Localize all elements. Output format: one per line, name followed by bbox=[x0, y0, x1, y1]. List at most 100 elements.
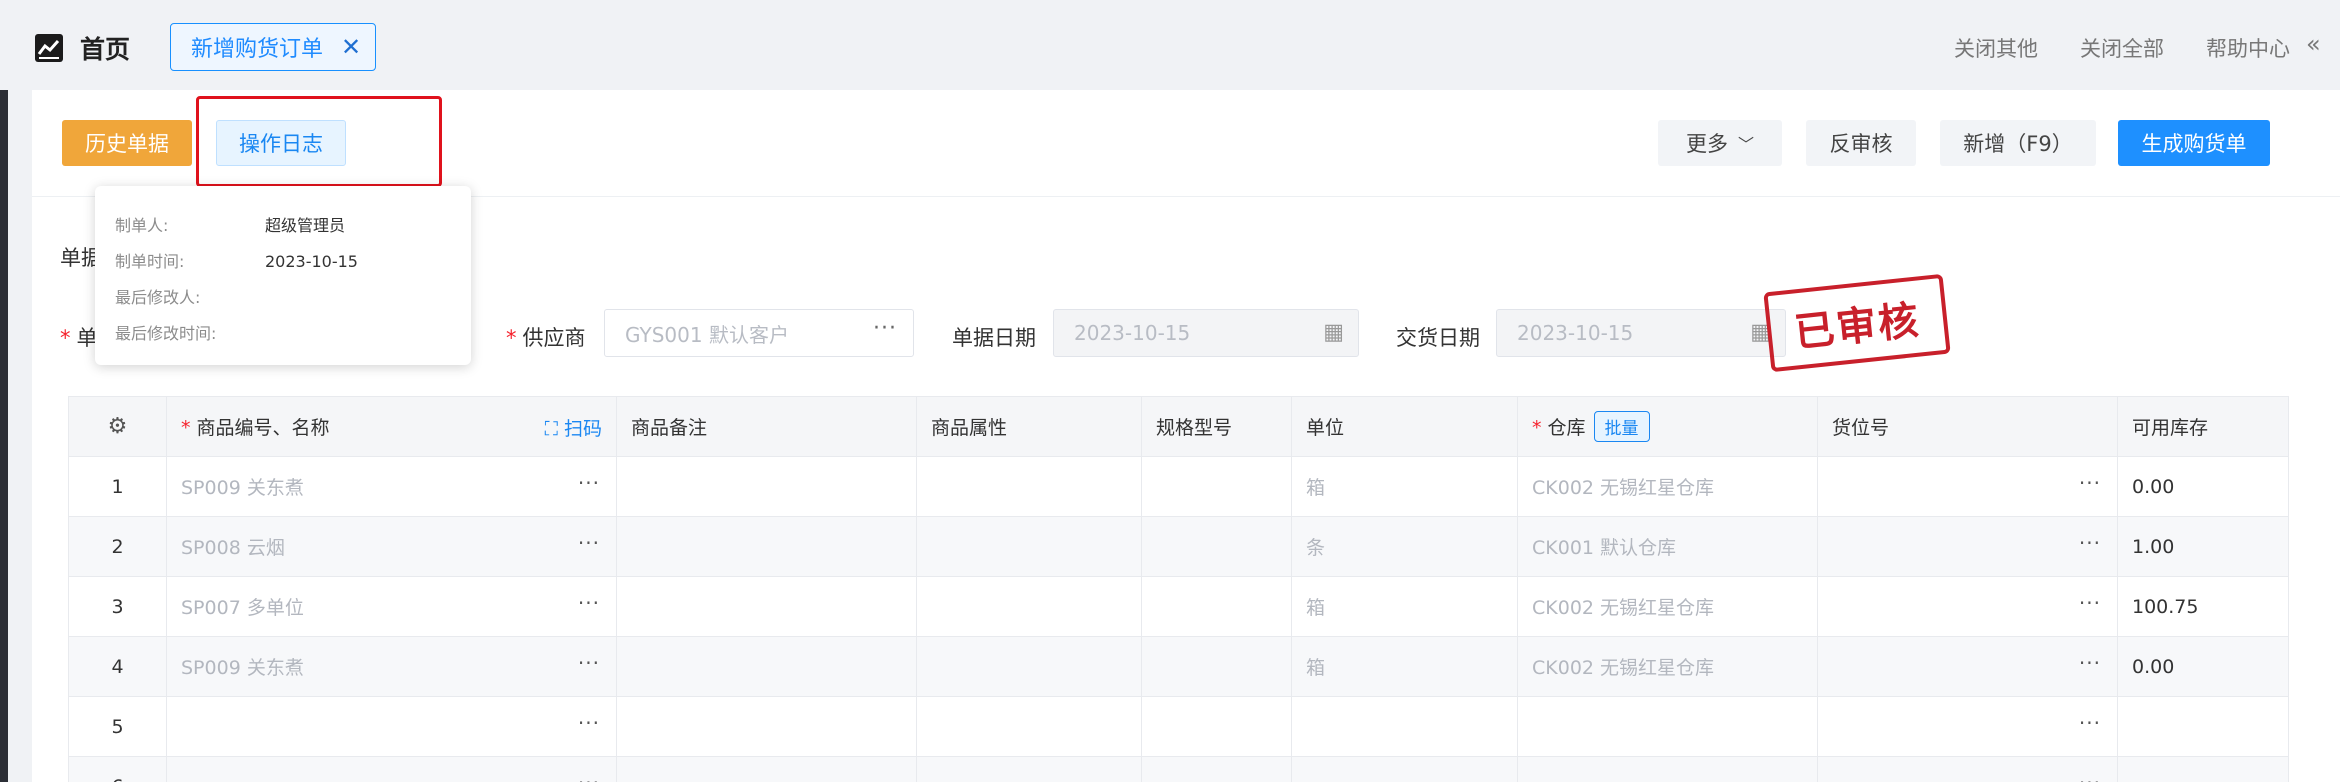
attr-cell[interactable] bbox=[916, 516, 1142, 577]
supplier-field[interactable]: GYS001 默认客户 ··· bbox=[604, 309, 914, 357]
operation-log-popover: 制单人: 超级管理员 制单时间: 2023-10-15 最后修改人: 最后修改时间: bbox=[95, 186, 471, 365]
close-icon[interactable]: ✕ bbox=[341, 33, 361, 61]
location-cell[interactable]: ··· bbox=[1817, 756, 2118, 782]
product-cell[interactable]: SP009 关东煮 ··· bbox=[166, 456, 617, 517]
unit-cell[interactable]: 条 bbox=[1291, 516, 1518, 577]
delivery-date-label: 交货日期 bbox=[1396, 326, 1480, 350]
close-all-link[interactable]: 关闭全部 bbox=[2080, 33, 2164, 63]
table-row[interactable]: 6 ··· ··· bbox=[68, 756, 2289, 782]
chevron-down-icon: ﹀ bbox=[1737, 135, 1754, 154]
more-dots-icon[interactable]: ··· bbox=[578, 591, 600, 615]
table-header-row: ⚙ * 商品编号、名称 ⛶ 扫码 商品备注 商品属性 规格型号 单位 * 仓库 批量 … bbox=[68, 396, 2289, 457]
home-label: 首页 bbox=[80, 35, 131, 64]
home-tab[interactable]: 首页 bbox=[34, 30, 130, 66]
more-dots-icon[interactable]: ··· bbox=[2079, 531, 2101, 555]
stock-cell bbox=[2117, 756, 2289, 782]
warehouse-cell[interactable] bbox=[1517, 696, 1818, 757]
row-index: 6 bbox=[68, 756, 167, 782]
more-dropdown-button[interactable]: 更多 ﹀ bbox=[1658, 120, 1782, 166]
more-dots-icon[interactable]: ··· bbox=[2079, 471, 2101, 495]
unit-cell[interactable] bbox=[1291, 696, 1518, 757]
location-cell[interactable]: ··· bbox=[1817, 696, 2118, 757]
more-dots-icon[interactable]: ··· bbox=[578, 711, 600, 735]
table-row[interactable]: 4 SP009 关东煮 ··· 箱 CK002 无锡红星仓库 ··· 0.00 bbox=[68, 636, 2289, 697]
supplier-label-text: 供应商 bbox=[522, 326, 586, 350]
creator-label: 制单人: bbox=[115, 216, 169, 235]
warehouse-header: * 仓库 批量 bbox=[1517, 396, 1818, 457]
remark-cell[interactable] bbox=[616, 756, 917, 782]
attr-cell[interactable] bbox=[916, 696, 1142, 757]
history-docs-button[interactable]: 历史单据 bbox=[62, 120, 192, 166]
delivery-date-field[interactable]: 2023-10-15 ▦ bbox=[1496, 309, 1786, 357]
product-cell[interactable]: SP007 多单位 ··· bbox=[166, 576, 617, 637]
row-index: 4 bbox=[68, 636, 167, 697]
column-settings-header[interactable]: ⚙ bbox=[68, 396, 167, 457]
warehouse-cell[interactable]: CK001 默认仓库 bbox=[1517, 516, 1818, 577]
remark-header: 商品备注 bbox=[616, 396, 917, 457]
creator-value: 超级管理员 bbox=[265, 216, 346, 235]
table-row[interactable]: 2 SP008 云烟 ··· 条 CK001 默认仓库 ··· 1.00 bbox=[68, 516, 2289, 577]
more-dots-icon[interactable]: ··· bbox=[2079, 651, 2101, 675]
highlight-box bbox=[196, 96, 442, 187]
line-chart-icon bbox=[35, 34, 63, 62]
double-chevron-left-icon[interactable]: « bbox=[2306, 30, 2321, 58]
warehouse-cell[interactable]: CK002 无锡红星仓库 bbox=[1517, 636, 1818, 697]
more-dots-icon[interactable]: ··· bbox=[2079, 591, 2101, 615]
product-header-text: 商品编号、名称 bbox=[196, 417, 330, 439]
unit-cell[interactable] bbox=[1291, 756, 1518, 782]
unit-cell[interactable]: 箱 bbox=[1291, 636, 1518, 697]
more-dots-icon[interactable]: ··· bbox=[2079, 711, 2101, 735]
unit-cell[interactable]: 箱 bbox=[1291, 456, 1518, 517]
warehouse-cell[interactable]: CK002 无锡红星仓库 bbox=[1517, 576, 1818, 637]
warehouse-cell[interactable] bbox=[1517, 756, 1818, 782]
location-cell[interactable]: ··· bbox=[1817, 516, 2118, 577]
more-dots-icon[interactable]: ··· bbox=[578, 471, 600, 495]
modified-time-row: 最后修改时间: bbox=[115, 320, 265, 344]
table-row[interactable]: 5 ··· ··· bbox=[68, 696, 2289, 757]
settings-icon[interactable]: ⚙ bbox=[108, 414, 128, 439]
spec-cell bbox=[1141, 516, 1292, 577]
attr-cell[interactable] bbox=[916, 576, 1142, 637]
row-index: 2 bbox=[68, 516, 167, 577]
batch-button[interactable]: 批量 bbox=[1593, 411, 1650, 442]
scan-button[interactable]: ⛶ 扫码 bbox=[545, 414, 602, 441]
doc-date-field[interactable]: 2023-10-15 ▦ bbox=[1053, 309, 1359, 357]
location-cell[interactable]: ··· bbox=[1817, 576, 2118, 637]
warehouse-cell[interactable]: CK002 无锡红星仓库 bbox=[1517, 456, 1818, 517]
created-time-label: 制单时间: bbox=[115, 252, 185, 271]
more-dots-icon[interactable]: ··· bbox=[2079, 771, 2101, 782]
location-cell[interactable]: ··· bbox=[1817, 456, 2118, 517]
generate-purchase-button[interactable]: 生成购货单 bbox=[2118, 120, 2270, 166]
unaudit-button[interactable]: 反审核 bbox=[1806, 120, 1916, 166]
stock-cell: 1.00 bbox=[2117, 516, 2289, 577]
unit-cell[interactable]: 箱 bbox=[1291, 576, 1518, 637]
remark-cell[interactable] bbox=[616, 456, 917, 517]
table-row[interactable]: 3 SP007 多单位 ··· 箱 CK002 无锡红星仓库 ··· 100.75 bbox=[68, 576, 2289, 637]
more-dots-icon[interactable]: ··· bbox=[873, 316, 897, 341]
stock-cell bbox=[2117, 696, 2289, 757]
more-dots-icon[interactable]: ··· bbox=[578, 651, 600, 675]
attr-cell[interactable] bbox=[916, 456, 1142, 517]
add-button[interactable]: 新增（F9） bbox=[1940, 120, 2096, 166]
product-cell[interactable]: ··· bbox=[166, 756, 617, 782]
remark-cell[interactable] bbox=[616, 696, 917, 757]
attr-cell[interactable] bbox=[916, 756, 1142, 782]
product-cell[interactable]: SP009 关东煮 ··· bbox=[166, 636, 617, 697]
more-label: 更多 bbox=[1685, 132, 1728, 156]
created-time-value: 2023-10-15 bbox=[265, 252, 358, 271]
help-center-link[interactable]: 帮助中心 bbox=[2206, 33, 2290, 63]
remark-cell[interactable] bbox=[616, 576, 917, 637]
tab-new-purchase-order[interactable]: 新增购货订单 ✕ bbox=[170, 23, 376, 71]
attr-cell[interactable] bbox=[916, 636, 1142, 697]
more-dots-icon[interactable]: ··· bbox=[578, 771, 600, 782]
location-cell[interactable]: ··· bbox=[1817, 636, 2118, 697]
spec-cell bbox=[1141, 696, 1292, 757]
close-others-link[interactable]: 关闭其他 bbox=[1954, 33, 2038, 63]
remark-cell[interactable] bbox=[616, 516, 917, 577]
product-table: ⚙ * 商品编号、名称 ⛶ 扫码 商品备注 商品属性 规格型号 单位 * 仓库 批量 … bbox=[68, 396, 2289, 782]
table-row[interactable]: 1 SP009 关东煮 ··· 箱 CK002 无锡红星仓库 ··· 0.00 bbox=[68, 456, 2289, 517]
more-dots-icon[interactable]: ··· bbox=[578, 531, 600, 555]
product-cell[interactable]: ··· bbox=[166, 696, 617, 757]
product-cell[interactable]: SP008 云烟 ··· bbox=[166, 516, 617, 577]
remark-cell[interactable] bbox=[616, 636, 917, 697]
